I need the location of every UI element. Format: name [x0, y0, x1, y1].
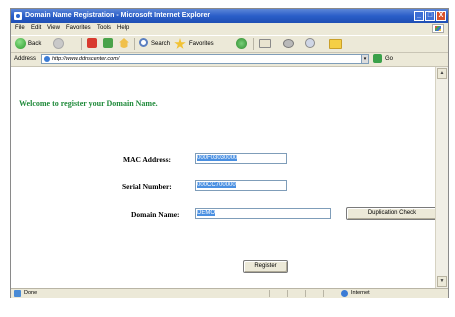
folder-icon[interactable] — [329, 39, 342, 49]
status-panel — [269, 290, 286, 297]
home-icon[interactable] — [119, 38, 129, 48]
scroll-up-button[interactable]: ▲ — [437, 68, 447, 79]
menu-file[interactable]: File — [15, 23, 25, 34]
menu-bar: File Edit View Favorites Tools Help — [11, 23, 448, 34]
forward-arrow-icon[interactable] — [53, 38, 64, 49]
status-text: Done — [24, 290, 38, 296]
vertical-scrollbar[interactable]: ▲ ▼ — [435, 67, 448, 288]
go-button-label[interactable]: Go — [385, 52, 393, 66]
mac-address-value: 000F03030000 — [197, 155, 238, 161]
title-bar[interactable]: Domain Name Registration - Microsoft Int… — [11, 9, 448, 23]
status-panel — [287, 290, 304, 297]
mac-address-label: MAC Address: — [123, 155, 171, 164]
page-content: Welcome to register your Domain Name. MA… — [11, 67, 438, 288]
browser-window: Domain Name Registration - Microsoft Int… — [10, 8, 449, 298]
address-input[interactable]: http://www.ddnscenter.com/ — [41, 54, 369, 64]
favorites-star-icon[interactable] — [174, 38, 186, 49]
search-icon[interactable] — [139, 38, 148, 47]
address-dropdown-button[interactable]: ▾ — [361, 54, 369, 64]
print-icon[interactable] — [283, 39, 294, 48]
toolbar-separator — [253, 38, 254, 50]
mail-icon[interactable] — [259, 39, 271, 48]
domain-name-value: DEMO — [197, 210, 215, 216]
welcome-heading: Welcome to register your Domain Name. — [19, 99, 158, 108]
page-globe-icon — [44, 56, 50, 62]
stop-icon[interactable] — [87, 38, 97, 48]
duplication-check-button[interactable]: Duplication Check — [346, 207, 438, 220]
domain-name-label: Domain Name: — [131, 210, 180, 219]
back-button-label[interactable]: Back — [28, 38, 41, 50]
history-icon[interactable] — [236, 38, 247, 49]
register-button[interactable]: Register — [243, 260, 288, 273]
serial-number-value: 000CC700000 — [197, 182, 236, 188]
security-zone-label: Internet — [351, 290, 370, 296]
menu-tools[interactable]: Tools — [97, 23, 111, 34]
mac-address-input[interactable]: 000F03030000 — [195, 153, 287, 164]
address-url: http://www.ddnscenter.com/ — [52, 56, 120, 62]
ie-app-icon — [14, 12, 22, 20]
menu-edit[interactable]: Edit — [31, 23, 41, 34]
go-arrow-icon[interactable] — [373, 54, 382, 63]
window-controls: _ □ X — [414, 11, 446, 21]
domain-name-input[interactable]: DEMO — [195, 208, 331, 219]
refresh-icon[interactable] — [103, 38, 113, 48]
page-done-icon — [14, 290, 21, 297]
status-panel — [323, 290, 340, 297]
serial-number-label: Serial Number: — [122, 182, 172, 191]
status-bar: Done Internet — [11, 288, 448, 298]
internet-zone-icon — [341, 290, 348, 297]
toolbar-separator — [81, 38, 82, 50]
address-label: Address — [14, 56, 37, 62]
windows-logo-icon — [432, 24, 444, 33]
menu-favorites[interactable]: Favorites — [66, 23, 91, 34]
favorites-button-label[interactable]: Favorites — [189, 38, 214, 50]
back-arrow-icon[interactable] — [15, 38, 26, 49]
close-button[interactable]: X — [436, 11, 446, 21]
serial-number-input[interactable]: 000CC700000 — [195, 180, 287, 191]
status-panel — [305, 290, 322, 297]
edit-icon[interactable] — [305, 38, 315, 48]
maximize-button[interactable]: □ — [425, 11, 435, 21]
menu-help[interactable]: Help — [117, 23, 129, 34]
scroll-down-button[interactable]: ▼ — [437, 276, 447, 287]
search-button-label[interactable]: Search — [151, 38, 170, 50]
toolbar-separator — [134, 38, 135, 50]
menu-view[interactable]: View — [47, 23, 60, 34]
minimize-button[interactable]: _ — [414, 11, 424, 21]
window-title: Domain Name Registration - Microsoft Int… — [25, 12, 211, 19]
toolbar: Back Search Favorites — [11, 35, 448, 53]
address-bar: Address http://www.ddnscenter.com/ ▾ Go — [11, 52, 448, 67]
